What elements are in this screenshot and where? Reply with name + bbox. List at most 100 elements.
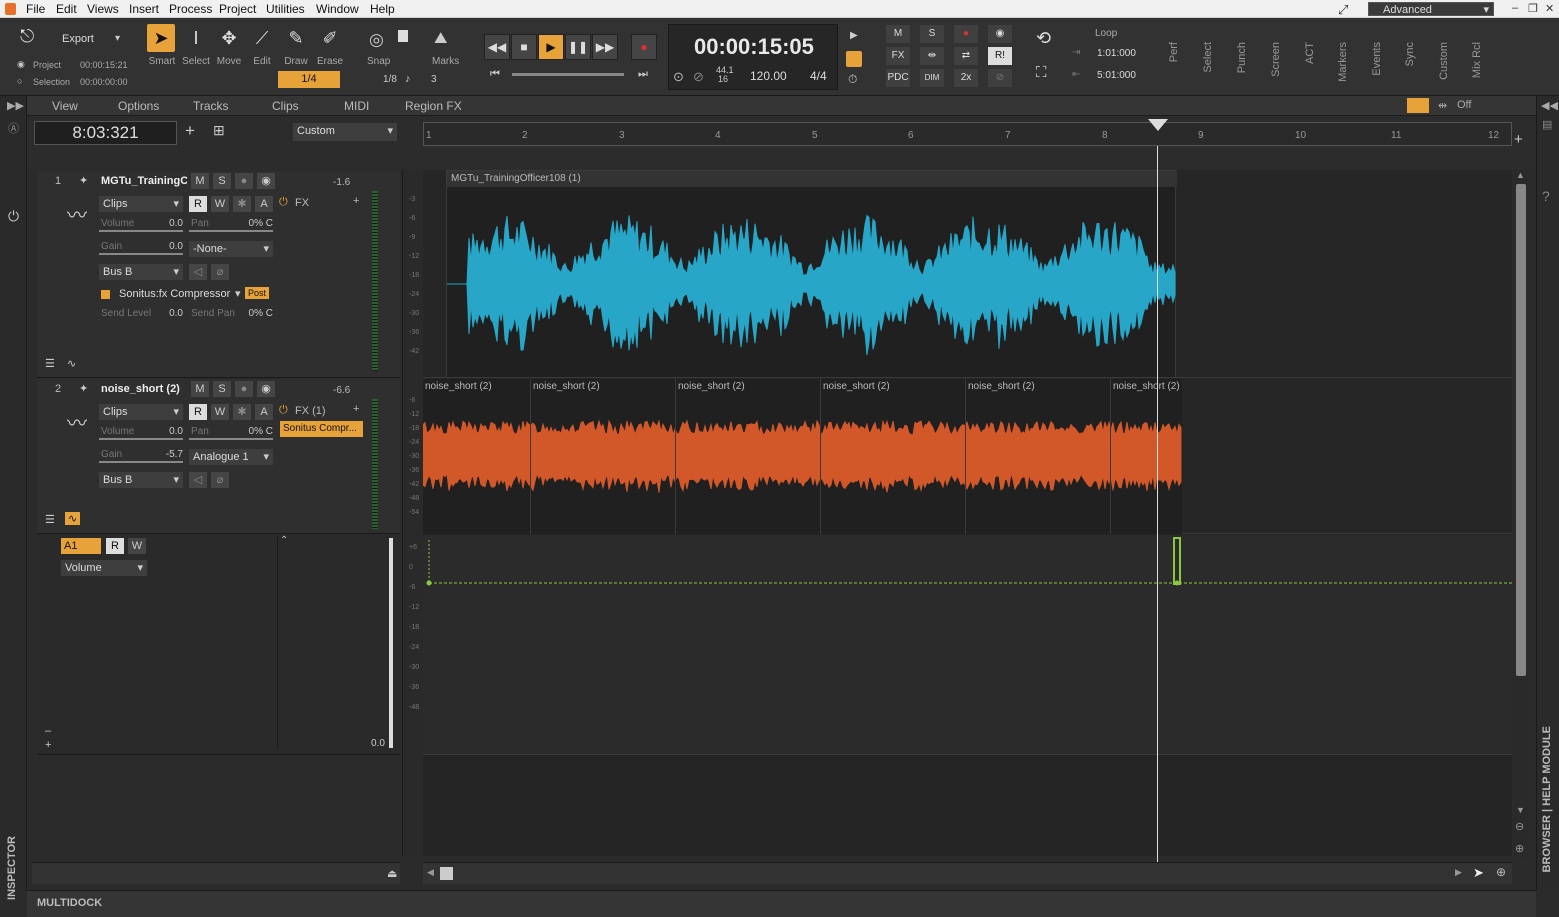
write-automation-button[interactable]: W [128, 538, 146, 554]
menu-project[interactable]: Project [219, 2, 256, 16]
panic-icon[interactable]: ⊘ [988, 69, 1012, 87]
collapse-left-icon[interactable]: ◀◀ [1541, 99, 1558, 112]
reset-button[interactable]: R! [988, 47, 1012, 65]
noise-clip[interactable]: noise_short (2) [821, 379, 966, 534]
power-icon[interactable]: ⏻ [8, 208, 19, 225]
menu-views[interactable]: Views [87, 2, 119, 16]
send-enable-icon[interactable] [101, 290, 110, 299]
output-dropdown[interactable]: Bus B [99, 264, 183, 280]
collapse-up-icon[interactable]: ⏏ [387, 867, 397, 880]
menu-insert[interactable]: Insert [129, 2, 159, 16]
gain-slider[interactable] [99, 253, 183, 255]
menu-file[interactable]: File [26, 2, 45, 16]
input-dropdown[interactable]: -None- [189, 241, 273, 257]
restore-icon[interactable]: ❐ [1528, 2, 1538, 15]
play-button[interactable]: ▶ [538, 34, 564, 60]
record-button[interactable]: ● [631, 34, 657, 60]
solo-all-button[interactable]: S [920, 25, 944, 43]
record-arm-icon[interactable]: ● [235, 173, 253, 189]
menu-edit[interactable]: Edit [56, 2, 77, 16]
fx-bypass-button[interactable]: FX [886, 47, 910, 65]
smart-tool-icon[interactable]: ➤ [147, 24, 175, 52]
track-name[interactable]: MGTu_TrainingC [101, 175, 187, 187]
add-track-button[interactable]: + [185, 121, 195, 141]
add-lane-button[interactable]: + [1514, 131, 1523, 148]
volume-slider[interactable] [99, 438, 183, 440]
horizontal-scroll-thumb[interactable] [440, 867, 453, 880]
export-icon[interactable]: ⎋ [20, 26, 34, 47]
loop-icon[interactable]: ⟲ [1036, 28, 1051, 49]
gain-slider[interactable] [99, 461, 183, 463]
read-automation-button[interactable]: R [189, 196, 207, 212]
double-speed-button[interactable]: 2x [954, 69, 978, 87]
move-tool-icon[interactable]: ✥ [215, 24, 243, 52]
workspace-dropdown[interactable]: Advanced ▾ [1368, 2, 1494, 16]
inspector-label[interactable]: INSPECTOR [6, 836, 18, 900]
note-value[interactable]: 1/8 [383, 74, 397, 85]
freeze-icon[interactable]: ✱ [233, 196, 251, 212]
clips-view-dropdown[interactable]: Clips [99, 404, 183, 420]
midi-menu[interactable]: MIDI [344, 99, 369, 113]
pan-value[interactable]: 0% C [233, 218, 273, 229]
loop-start[interactable]: 1:01:000 [1097, 48, 1136, 59]
track-name[interactable]: noise_short (2) [101, 383, 180, 395]
pan-slider[interactable] [189, 230, 273, 232]
menu-window[interactable]: Window [316, 2, 359, 16]
pan-slider[interactable] [189, 438, 273, 440]
play-from-icon[interactable]: ▶ [850, 30, 858, 41]
mix-recall-module-label[interactable]: Mix Rcl [1471, 42, 1483, 78]
input-dropdown[interactable]: Analogue 1 [189, 449, 273, 465]
zoom-out-vertical-icon[interactable]: ⊖ [1515, 820, 1524, 833]
view-menu[interactable]: View [52, 99, 78, 113]
send-pan-value[interactable]: 0% C [233, 308, 273, 319]
tracks-menu[interactable]: Tracks [193, 99, 229, 113]
metronome-off-icon[interactable]: ⊘ [693, 69, 704, 85]
now-marker-icon[interactable] [1148, 119, 1168, 131]
tempo-sync-icon[interactable]: ⊙ [673, 69, 684, 85]
automation-icon[interactable]: ⇄ [954, 47, 978, 65]
perf-module-label[interactable]: Perf [1168, 42, 1180, 62]
record-mode-icon[interactable] [846, 51, 862, 67]
automation-fader[interactable] [389, 538, 393, 748]
custom-module-label[interactable]: Custom [1438, 42, 1450, 80]
selection-radio[interactable]: ○ [17, 76, 22, 86]
draw-tool-icon[interactable]: ✎ [282, 24, 310, 52]
midi-icon[interactable]: ⇹ [920, 47, 944, 65]
time-display[interactable]: 00:00:15:05 [694, 34, 814, 60]
dim-button[interactable]: DIM [920, 69, 944, 87]
send-fx-name[interactable]: Sonitus:fx Compressor [119, 288, 230, 300]
project-radio[interactable]: ◉ [17, 59, 25, 70]
multidock-bar[interactable]: MULTIDOCK [27, 890, 1536, 917]
volume-slider[interactable] [99, 230, 183, 232]
now-time-display[interactable]: 8:03:321 [34, 121, 177, 145]
erase-tool-icon[interactable]: ✐ [316, 24, 344, 52]
fx-power-icon[interactable]: ⏻ [279, 404, 288, 417]
automation-envelope[interactable] [423, 535, 1512, 755]
track-menu-icon[interactable]: ☰ [45, 357, 55, 370]
track-menu-icon[interactable]: ☰ [45, 513, 55, 526]
snap-icon[interactable]: ◎ [369, 30, 384, 50]
punch-icon[interactable]: ⛶ [1036, 64, 1047, 81]
punch-module-label[interactable]: Punch [1236, 42, 1248, 73]
send-post-button[interactable]: Post [245, 287, 270, 299]
automation-lane-icon[interactable]: ∿ [67, 357, 76, 370]
automation-lane-label[interactable]: A1 [61, 538, 101, 554]
fx-power-icon[interactable]: ⏻ [279, 196, 288, 209]
menu-process[interactable]: Process [169, 2, 212, 16]
gain-value[interactable]: -5.7 [157, 449, 183, 460]
expand-icon[interactable]: ⤢ [1338, 2, 1348, 18]
write-automation-button[interactable]: W [211, 196, 229, 212]
scroll-up-icon[interactable]: ▲ [1516, 170, 1525, 180]
export-button[interactable]: Export [62, 33, 94, 45]
write-automation-button[interactable]: W [211, 404, 229, 420]
gain-value[interactable]: 0.0 [157, 241, 183, 252]
scroll-down-icon[interactable]: ▼ [1516, 805, 1525, 815]
select-module-label[interactable]: Select [1202, 42, 1214, 73]
vertical-scrollbar[interactable]: ▲ ▼ ⊖ ⊕ [1514, 170, 1528, 860]
noise-clip[interactable]: noise_short (2) [966, 379, 1111, 534]
minus-icon[interactable]: – [45, 725, 51, 737]
mute-button[interactable]: M [191, 173, 209, 189]
help-icon[interactable]: ? [1542, 188, 1550, 204]
browser-icon[interactable]: ▤ [1542, 118, 1552, 131]
plus-icon[interactable]: + [45, 739, 51, 751]
